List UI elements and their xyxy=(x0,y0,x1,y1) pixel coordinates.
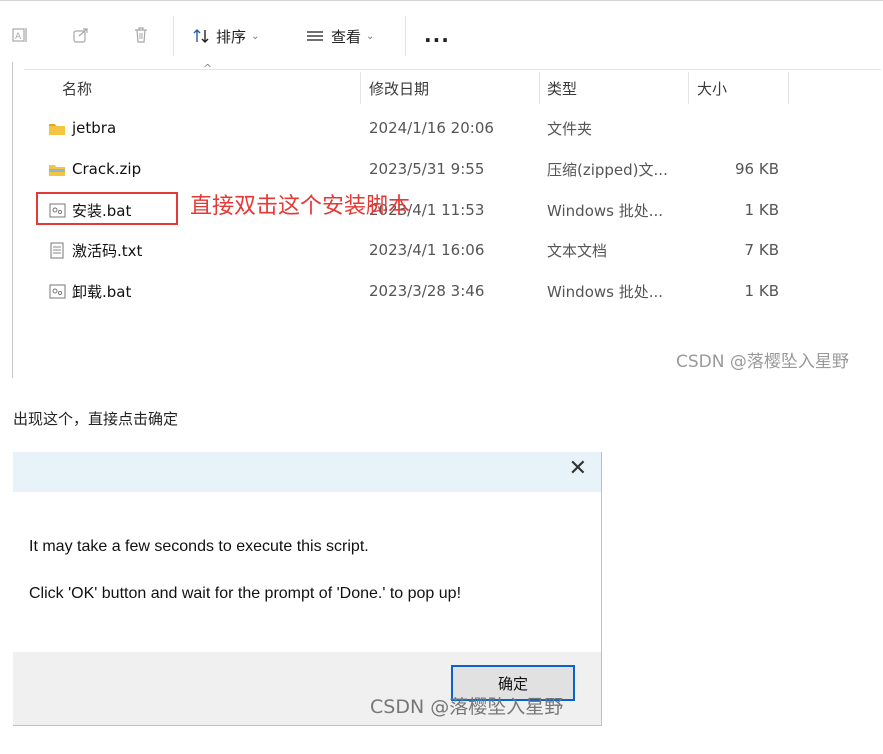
file-type: Windows 批处... xyxy=(547,201,664,220)
view-list-icon xyxy=(305,28,325,44)
batch-file-icon xyxy=(48,282,66,300)
file-size xyxy=(689,108,779,148)
folder-icon xyxy=(48,119,66,137)
annotation-highlight-box xyxy=(36,192,178,225)
column-divider xyxy=(539,72,540,104)
column-divider xyxy=(360,72,361,104)
message-dialog: ✕ It may take a few seconds to execute t… xyxy=(13,452,602,726)
file-modified: 2024/1/16 20:06 xyxy=(369,119,494,137)
column-header-modified[interactable]: 修改日期 xyxy=(369,72,429,104)
sort-ascending-icon: ^ xyxy=(203,62,213,75)
file-row-crack-zip[interactable]: Crack.zip 2023/5/31 9:55 压缩(zipped)文... … xyxy=(24,149,814,189)
delete-icon[interactable] xyxy=(130,24,152,46)
sort-label: 排序 xyxy=(216,27,247,46)
dialog-titlebar: ✕ xyxy=(13,452,601,492)
file-explorer: A 排序 ⌄ 查看 ⌄ ··· ^ 名称 修改日期 类型 大小 jetbra 2… xyxy=(0,0,883,382)
file-row-jetbra[interactable]: jetbra 2024/1/16 20:06 文件夹 xyxy=(24,108,814,148)
column-header-name[interactable]: 名称 xyxy=(62,72,92,104)
svg-text:A: A xyxy=(15,32,22,42)
toolbar-divider xyxy=(24,69,881,70)
more-options-button[interactable]: ··· xyxy=(424,28,450,52)
column-divider xyxy=(788,72,789,104)
file-size: 7 KB xyxy=(744,241,779,259)
sort-button[interactable]: 排序 ⌄ xyxy=(192,24,259,48)
file-type: 压缩(zipped)文... xyxy=(547,160,668,179)
file-name: 卸载.bat xyxy=(72,282,132,301)
close-icon[interactable]: ✕ xyxy=(569,456,587,481)
file-name: 激活码.txt xyxy=(72,241,143,260)
annotation-text: 直接双击这个安装脚本 xyxy=(190,194,411,219)
file-type: 文件夹 xyxy=(547,119,593,138)
file-size: 1 KB xyxy=(744,282,779,300)
file-row-activation-txt[interactable]: 激活码.txt 2023/4/1 16:06 文本文档 7 KB xyxy=(24,230,814,270)
navigation-pane-border xyxy=(12,62,13,378)
toolbar: A 排序 ⌄ 查看 ⌄ ··· xyxy=(0,14,883,58)
rename-icon[interactable]: A xyxy=(9,24,31,46)
file-name-cell: 卸载.bat xyxy=(48,271,131,311)
share-icon[interactable] xyxy=(70,24,92,46)
instruction-caption: 出现这个，直接点击确定 xyxy=(13,410,179,428)
dialog-message-line2: Click 'OK' button and wait for the promp… xyxy=(29,585,462,602)
file-row-uninstall-bat[interactable]: 卸载.bat 2023/3/28 3:46 Windows 批处... 1 KB xyxy=(24,271,814,311)
view-label: 查看 xyxy=(331,27,362,46)
file-modified: 2023/3/28 3:46 xyxy=(369,282,485,300)
top-border xyxy=(0,0,883,1)
file-name: Crack.zip xyxy=(72,160,142,178)
file-name: jetbra xyxy=(72,119,117,137)
watermark: CSDN @落樱坠入星野 xyxy=(676,352,849,372)
chevron-down-icon: ⌄ xyxy=(251,30,260,42)
file-name-cell: 激活码.txt xyxy=(48,230,142,270)
file-modified: 2023/4/1 16:06 xyxy=(369,241,485,259)
chevron-down-icon: ⌄ xyxy=(366,30,375,42)
sort-icon xyxy=(192,27,210,45)
file-name-cell: jetbra xyxy=(48,108,116,148)
zip-folder-icon xyxy=(48,160,66,178)
column-divider xyxy=(688,72,689,104)
column-header-type[interactable]: 类型 xyxy=(547,72,577,104)
toolbar-separator xyxy=(405,16,406,56)
file-size: 96 KB xyxy=(735,160,779,178)
file-size: 1 KB xyxy=(744,201,779,219)
toolbar-separator xyxy=(173,16,174,56)
column-header-size[interactable]: 大小 xyxy=(697,72,727,104)
file-name-cell: Crack.zip xyxy=(48,149,141,189)
file-type: 文本文档 xyxy=(547,241,608,260)
watermark: CSDN @落樱坠入星野 xyxy=(370,696,564,718)
text-file-icon xyxy=(48,241,66,259)
file-modified: 2023/5/31 9:55 xyxy=(369,160,485,178)
file-type: Windows 批处... xyxy=(547,282,664,301)
view-button[interactable]: 查看 ⌄ xyxy=(305,24,374,48)
dialog-message-line1: It may take a few seconds to execute thi… xyxy=(29,538,369,555)
